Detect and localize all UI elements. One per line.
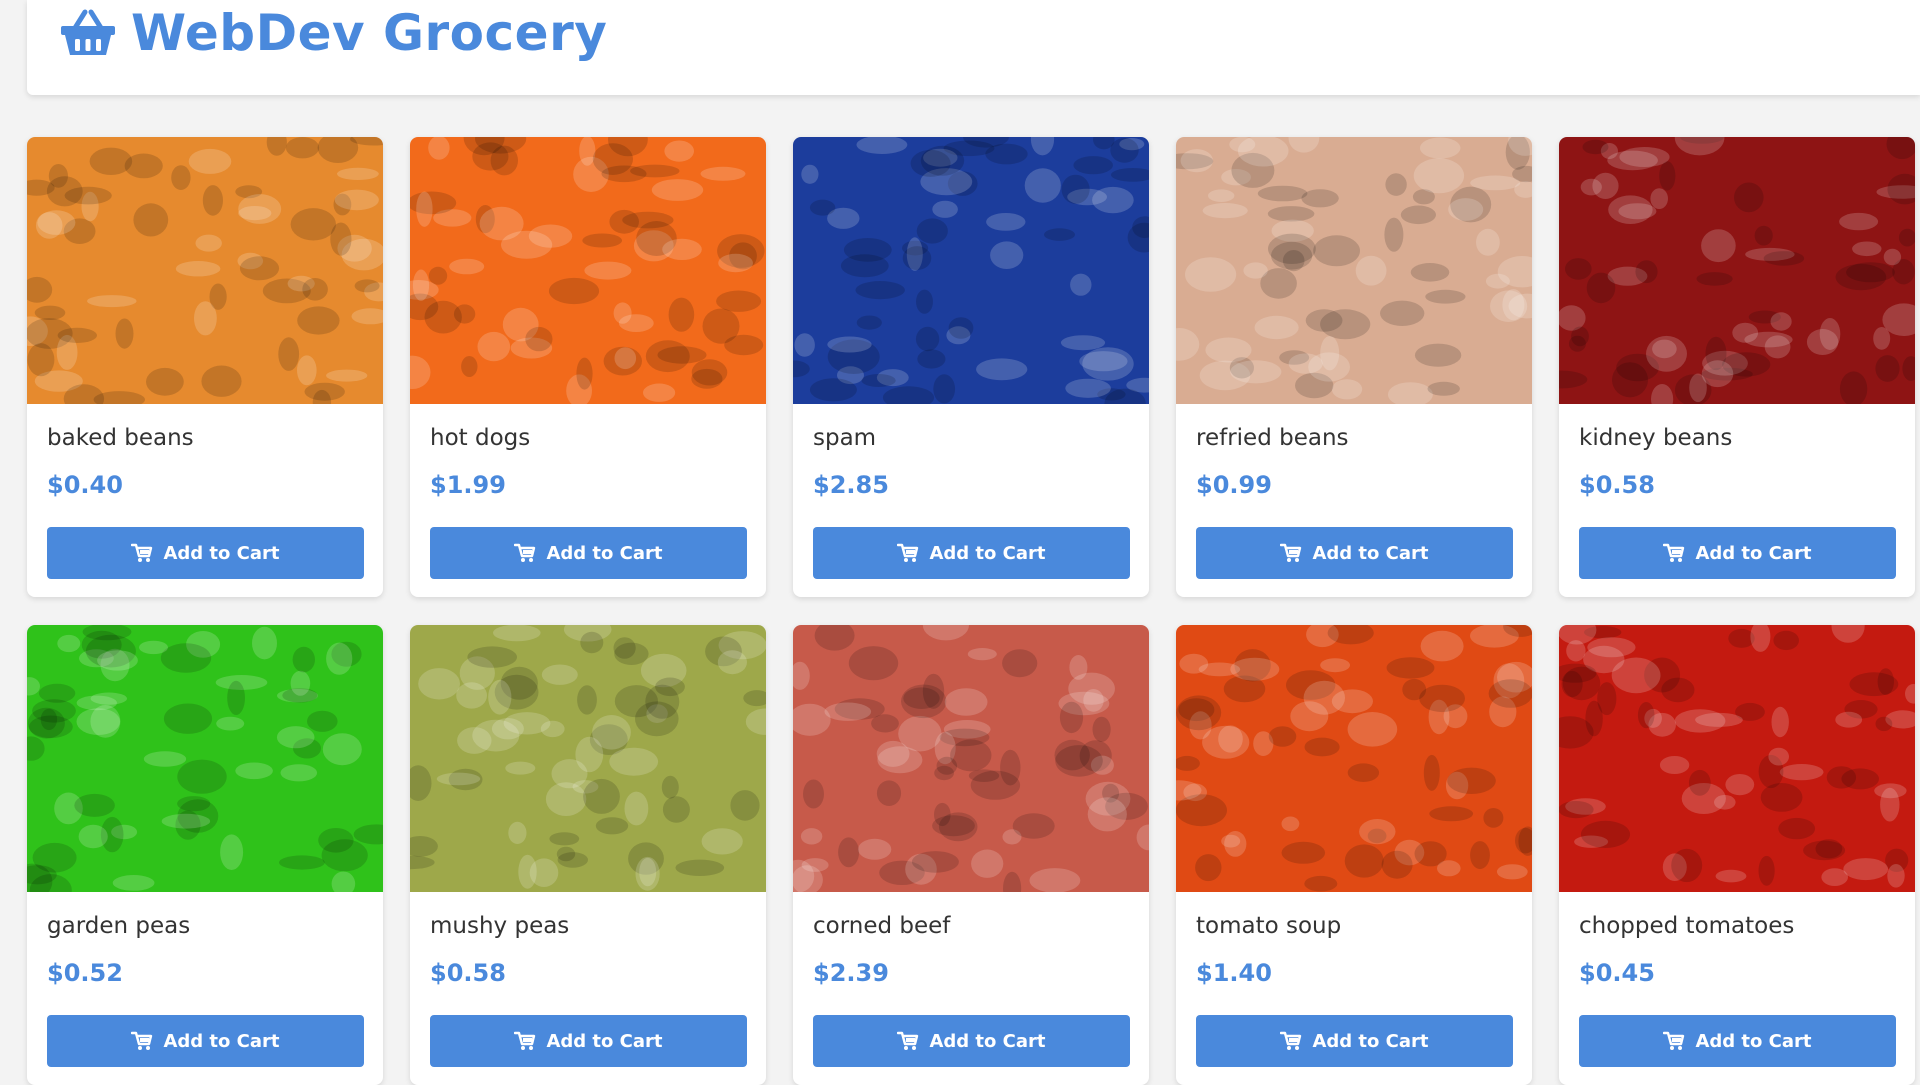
add-to-cart-label: Add to Cart <box>1312 1030 1429 1052</box>
product-name: garden peas <box>47 913 191 939</box>
product-price: $1.99 <box>430 471 506 499</box>
product-image[interactable] <box>410 625 766 892</box>
product-price: $0.99 <box>1196 471 1272 499</box>
add-to-cart-label: Add to Cart <box>163 542 280 564</box>
product-price: $0.58 <box>1579 471 1655 499</box>
product-price: $1.40 <box>1196 959 1272 987</box>
add-to-cart-label: Add to Cart <box>163 1030 280 1052</box>
product-image[interactable] <box>27 137 383 404</box>
cart-icon <box>897 1031 919 1051</box>
add-to-cart-label: Add to Cart <box>546 1030 663 1052</box>
brand[interactable]: WebDev Grocery <box>59 8 607 58</box>
product-card: garden peas $0.52 Add to Cart <box>27 625 383 1085</box>
basket-icon <box>59 8 117 58</box>
product-price: $0.58 <box>430 959 506 987</box>
cart-icon <box>514 1031 536 1051</box>
product-name: refried beans <box>1196 425 1349 451</box>
product-price: $2.39 <box>813 959 889 987</box>
product-image[interactable] <box>793 625 1149 892</box>
product-image[interactable] <box>27 625 383 892</box>
cart-icon <box>131 543 153 563</box>
cart-icon <box>897 543 919 563</box>
product-name: tomato soup <box>1196 913 1342 939</box>
cart-icon <box>1663 1031 1685 1051</box>
add-to-cart-button[interactable]: Add to Cart <box>430 527 747 579</box>
add-to-cart-label: Add to Cart <box>1695 1030 1812 1052</box>
site-header: WebDev Grocery <box>27 0 1920 95</box>
add-to-cart-label: Add to Cart <box>929 1030 1046 1052</box>
add-to-cart-button[interactable]: Add to Cart <box>1196 1015 1513 1067</box>
product-price: $0.40 <box>47 471 123 499</box>
product-card: mushy peas $0.58 Add to Cart <box>410 625 766 1085</box>
product-card: tomato soup $1.40 Add to Cart <box>1176 625 1532 1085</box>
site-title: WebDev Grocery <box>131 4 608 62</box>
add-to-cart-label: Add to Cart <box>1312 542 1429 564</box>
product-name: kidney beans <box>1579 425 1733 451</box>
product-image[interactable] <box>410 137 766 404</box>
product-name: chopped tomatoes <box>1579 913 1795 939</box>
product-card: chopped tomatoes $0.45 Add to Cart <box>1559 625 1915 1085</box>
add-to-cart-label: Add to Cart <box>546 542 663 564</box>
product-image[interactable] <box>1176 137 1532 404</box>
product-name: hot dogs <box>430 425 531 451</box>
cart-icon <box>1663 543 1685 563</box>
add-to-cart-button[interactable]: Add to Cart <box>430 1015 747 1067</box>
product-card: hot dogs $1.99 Add to Cart <box>410 137 766 597</box>
product-price: $0.52 <box>47 959 123 987</box>
product-name: corned beef <box>813 913 951 939</box>
product-name: baked beans <box>47 425 194 451</box>
add-to-cart-label: Add to Cart <box>1695 542 1812 564</box>
cart-icon <box>1280 543 1302 563</box>
product-name: mushy peas <box>430 913 570 939</box>
product-card: corned beef $2.39 Add to Cart <box>793 625 1149 1085</box>
product-card: refried beans $0.99 Add to Cart <box>1176 137 1532 597</box>
add-to-cart-button[interactable]: Add to Cart <box>1579 1015 1896 1067</box>
product-card: kidney beans $0.58 Add to Cart <box>1559 137 1915 597</box>
add-to-cart-button[interactable]: Add to Cart <box>813 527 1130 579</box>
product-image[interactable] <box>1176 625 1532 892</box>
product-card: baked beans $0.40 Add to Cart <box>27 137 383 597</box>
add-to-cart-button[interactable]: Add to Cart <box>47 527 364 579</box>
cart-icon <box>1280 1031 1302 1051</box>
product-price: $2.85 <box>813 471 889 499</box>
product-card: spam $2.85 Add to Cart <box>793 137 1149 597</box>
product-grid: baked beans $0.40 Add to Cart hot dogs $1.99… <box>27 137 1915 1085</box>
add-to-cart-label: Add to Cart <box>929 542 1046 564</box>
product-image[interactable] <box>1559 625 1915 892</box>
add-to-cart-button[interactable]: Add to Cart <box>1579 527 1896 579</box>
add-to-cart-button[interactable]: Add to Cart <box>47 1015 364 1067</box>
cart-icon <box>131 1031 153 1051</box>
add-to-cart-button[interactable]: Add to Cart <box>1196 527 1513 579</box>
add-to-cart-button[interactable]: Add to Cart <box>813 1015 1130 1067</box>
product-price: $0.45 <box>1579 959 1655 987</box>
product-image[interactable] <box>1559 137 1915 404</box>
cart-icon <box>514 543 536 563</box>
product-image[interactable] <box>793 137 1149 404</box>
product-name: spam <box>813 425 877 451</box>
